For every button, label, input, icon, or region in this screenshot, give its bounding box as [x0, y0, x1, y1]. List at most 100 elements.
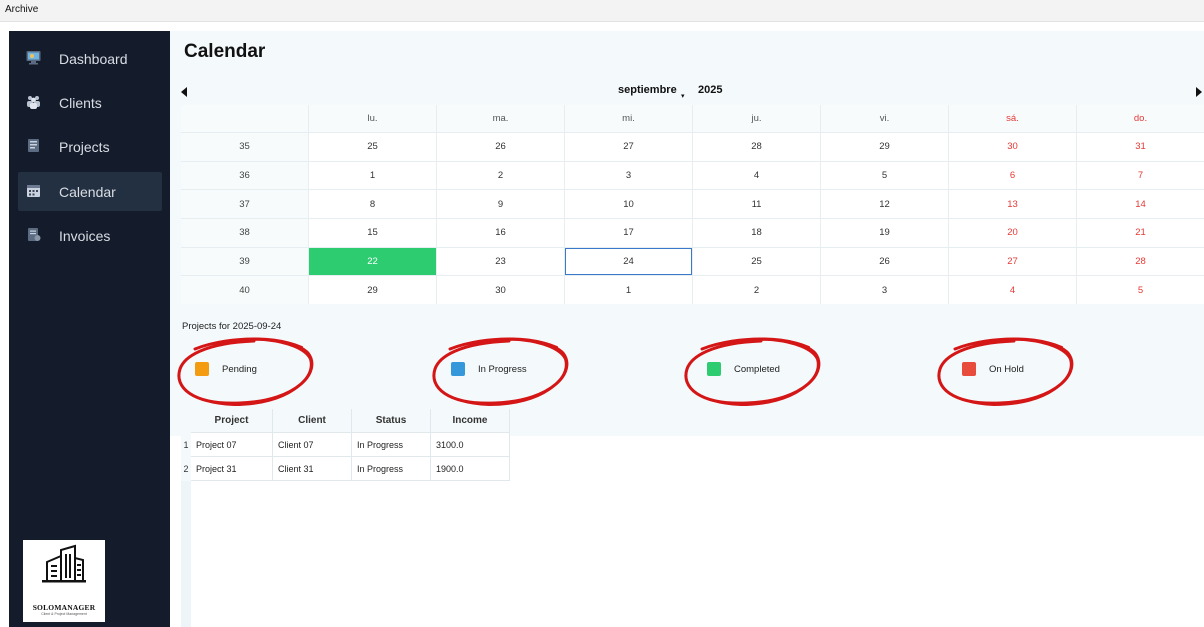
page-title: Calendar: [184, 41, 266, 62]
calendar-day[interactable]: 5: [1077, 276, 1204, 304]
calendar-day[interactable]: 29: [821, 133, 948, 161]
cell-project[interactable]: Project 31: [191, 457, 273, 481]
row-index: 1: [181, 433, 191, 457]
weekday-header: ma.: [437, 105, 564, 132]
week-number: 38: [181, 218, 308, 247]
logo-tagline: Client & Project Management: [41, 612, 87, 616]
legend-completed: Completed: [707, 362, 780, 376]
calendar-day[interactable]: 27: [565, 133, 692, 161]
calendar-day[interactable]: 26: [821, 247, 948, 276]
sidebar-item-label: Dashboard: [59, 51, 128, 67]
next-month-button[interactable]: [1196, 87, 1202, 97]
calendar-day[interactable]: 5: [821, 161, 948, 190]
calendar-day[interactable]: 18: [693, 218, 820, 247]
calendar-day[interactable]: 25: [693, 247, 820, 276]
calendar-day[interactable]: 21: [1077, 218, 1204, 247]
calendar-day[interactable]: 2: [437, 161, 564, 190]
sidebar-item-label: Projects: [59, 139, 110, 155]
sidebar-item-invoices[interactable]: Invoices: [18, 216, 162, 255]
table-corner: [181, 409, 191, 433]
calendar-day[interactable]: 20: [949, 218, 1076, 247]
column-header-status[interactable]: Status: [352, 409, 431, 433]
column-header-project[interactable]: Project: [191, 409, 273, 433]
legend-swatch-on-hold: [962, 362, 976, 376]
sidebar-item-projects[interactable]: Projects: [18, 127, 162, 166]
calendar-day[interactable]: 6: [949, 161, 1076, 190]
calendar-day[interactable]: 31: [1077, 133, 1204, 161]
month-selector[interactable]: septiembre: [618, 84, 677, 96]
sidebar-item-calendar[interactable]: Calendar: [18, 172, 162, 211]
calendar-day[interactable]: 30: [949, 133, 1076, 161]
calendar-day[interactable]: 15: [309, 218, 436, 247]
legend-in-progress: In Progress: [451, 362, 527, 376]
calendar-day[interactable]: 25: [309, 133, 436, 161]
calendar-day[interactable]: 28: [1077, 247, 1204, 276]
calendar-day[interactable]: 3: [821, 276, 948, 304]
calendar-day[interactable]: 16: [437, 218, 564, 247]
legend-pending: Pending: [195, 362, 257, 376]
calendar-day[interactable]: 22: [309, 247, 436, 276]
calendar-day[interactable]: 19: [821, 218, 948, 247]
year-selector[interactable]: 2025: [698, 84, 722, 96]
calendar-day[interactable]: 30: [437, 276, 564, 304]
cell-status[interactable]: In Progress: [352, 433, 431, 457]
sidebar-item-label: Invoices: [59, 228, 111, 244]
calendar-day[interactable]: 13: [949, 190, 1076, 218]
sidebar-item-dashboard[interactable]: Dashboard: [18, 39, 162, 78]
month-dropdown-icon[interactable]: ▾: [681, 92, 685, 100]
calendar-day[interactable]: 27: [949, 247, 1076, 276]
prev-month-button[interactable]: [181, 87, 187, 97]
legend-label: Pending: [222, 363, 257, 375]
calendar-day[interactable]: 9: [437, 190, 564, 218]
calendar-day[interactable]: 2: [693, 276, 820, 304]
legend-label: On Hold: [989, 363, 1024, 375]
weekday-header: do.: [1077, 105, 1204, 132]
week-number: 35: [181, 133, 308, 161]
calendar-day[interactable]: 4: [693, 161, 820, 190]
invoices-icon: [28, 228, 41, 241]
weekday-header: lu.: [309, 105, 436, 132]
week-number: 36: [181, 161, 308, 190]
column-header-client[interactable]: Client: [273, 409, 352, 433]
menu-archive[interactable]: Archive: [5, 4, 38, 15]
cell-client[interactable]: Client 31: [273, 457, 352, 481]
projects-date-caption: Projects for 2025-09-24: [182, 321, 282, 332]
cell-income[interactable]: 1900.0: [431, 457, 510, 481]
calendar-day[interactable]: 29: [309, 276, 436, 304]
calendar-day[interactable]: 11: [693, 190, 820, 218]
cell-status[interactable]: In Progress: [352, 457, 431, 481]
column-header-income[interactable]: Income: [431, 409, 510, 433]
calendar-day[interactable]: 24: [565, 247, 692, 276]
calendar-day[interactable]: 7: [1077, 161, 1204, 190]
calendar-day[interactable]: 17: [565, 218, 692, 247]
calendar-day[interactable]: 14: [1077, 190, 1204, 218]
calendar-day[interactable]: 1: [309, 161, 436, 190]
weekday-header: vi.: [821, 105, 948, 132]
legend-on-hold: On Hold: [962, 362, 1024, 376]
cell-client[interactable]: Client 07: [273, 433, 352, 457]
weekday-header-week: [181, 105, 308, 132]
weekday-header: mi.: [565, 105, 692, 132]
legend-swatch-pending: [195, 362, 209, 376]
projects-icon: [28, 139, 39, 152]
calendar-day[interactable]: 23: [437, 247, 564, 276]
calendar-day[interactable]: 1: [565, 276, 692, 304]
legend-swatch-in-progress: [451, 362, 465, 376]
building-logo-icon: [42, 544, 86, 583]
app-logo: SOLOMANAGER Client & Project Management: [23, 540, 105, 622]
legend-label: In Progress: [478, 363, 527, 375]
cell-income[interactable]: 3100.0: [431, 433, 510, 457]
dashboard-icon: [26, 51, 41, 65]
calendar-day[interactable]: 3: [565, 161, 692, 190]
calendar-day[interactable]: 26: [437, 133, 564, 161]
sidebar-item-label: Calendar: [59, 184, 116, 200]
legend-swatch-completed: [707, 362, 721, 376]
calendar-day[interactable]: 12: [821, 190, 948, 218]
calendar-day[interactable]: 10: [565, 190, 692, 218]
calendar-day[interactable]: 8: [309, 190, 436, 218]
calendar-navigation: septiembre ▾ 2025: [181, 84, 1204, 105]
calendar-day[interactable]: 4: [949, 276, 1076, 304]
calendar-day[interactable]: 28: [693, 133, 820, 161]
sidebar-item-clients[interactable]: Clients: [18, 83, 162, 122]
cell-project[interactable]: Project 07: [191, 433, 273, 457]
